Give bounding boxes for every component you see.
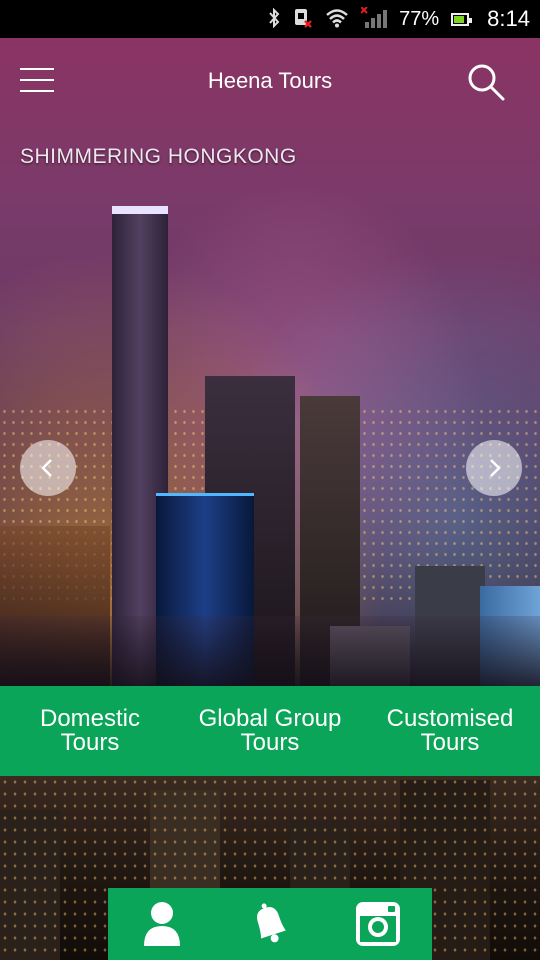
category-label-line2: Tours: [60, 729, 120, 756]
harbour: [0, 616, 540, 686]
instagram-button[interactable]: [324, 888, 432, 960]
category-label: Global Group Tours: [199, 707, 342, 755]
category-customised-tours[interactable]: Customised Tours: [360, 686, 540, 776]
category-label: Domestic Tours: [40, 707, 140, 755]
sim-error-icon: [293, 7, 313, 32]
carousel-prev-button[interactable]: [20, 440, 76, 496]
battery-percent: 77%: [399, 7, 440, 30]
battery-icon: [451, 12, 473, 26]
profile-button[interactable]: [108, 888, 216, 960]
bottom-action-bar: [108, 888, 432, 960]
hero-caption: SHIMMERING HONGKONG: [20, 145, 297, 168]
carousel-next-button[interactable]: [466, 440, 522, 496]
app-bar: Heena Tours: [0, 38, 540, 126]
category-label-line2: Tours: [240, 729, 300, 756]
status-time: 8:14: [487, 6, 530, 31]
search-icon: [468, 64, 505, 101]
chevron-left-icon: [41, 459, 52, 477]
notifications-button[interactable]: [216, 888, 324, 960]
category-label-line1: Customised: [386, 705, 514, 732]
instagram-icon: [356, 902, 400, 946]
category-domestic-tours[interactable]: Domestic Tours: [0, 686, 180, 776]
category-label: Customised Tours: [387, 707, 514, 755]
signal-icon: [360, 5, 388, 32]
hero-image: [0, 38, 540, 686]
category-label-line1: Domestic: [39, 705, 141, 732]
user-icon: [144, 902, 180, 946]
app-title: Heena Tours: [207, 68, 333, 93]
status-bar: 77% 8:14: [0, 0, 540, 38]
chevron-right-icon: [490, 459, 501, 477]
bluetooth-icon: [267, 7, 281, 31]
bell-icon: [257, 903, 286, 943]
category-label-line1: Global Group: [198, 705, 342, 732]
category-label-line2: Tours: [420, 729, 480, 756]
tour-categories: Domestic Tours Global Group Tours Custom…: [0, 686, 540, 776]
wifi-icon: [325, 8, 349, 31]
search-button[interactable]: [466, 62, 506, 102]
category-global-group-tours[interactable]: Global Group Tours: [180, 686, 360, 776]
